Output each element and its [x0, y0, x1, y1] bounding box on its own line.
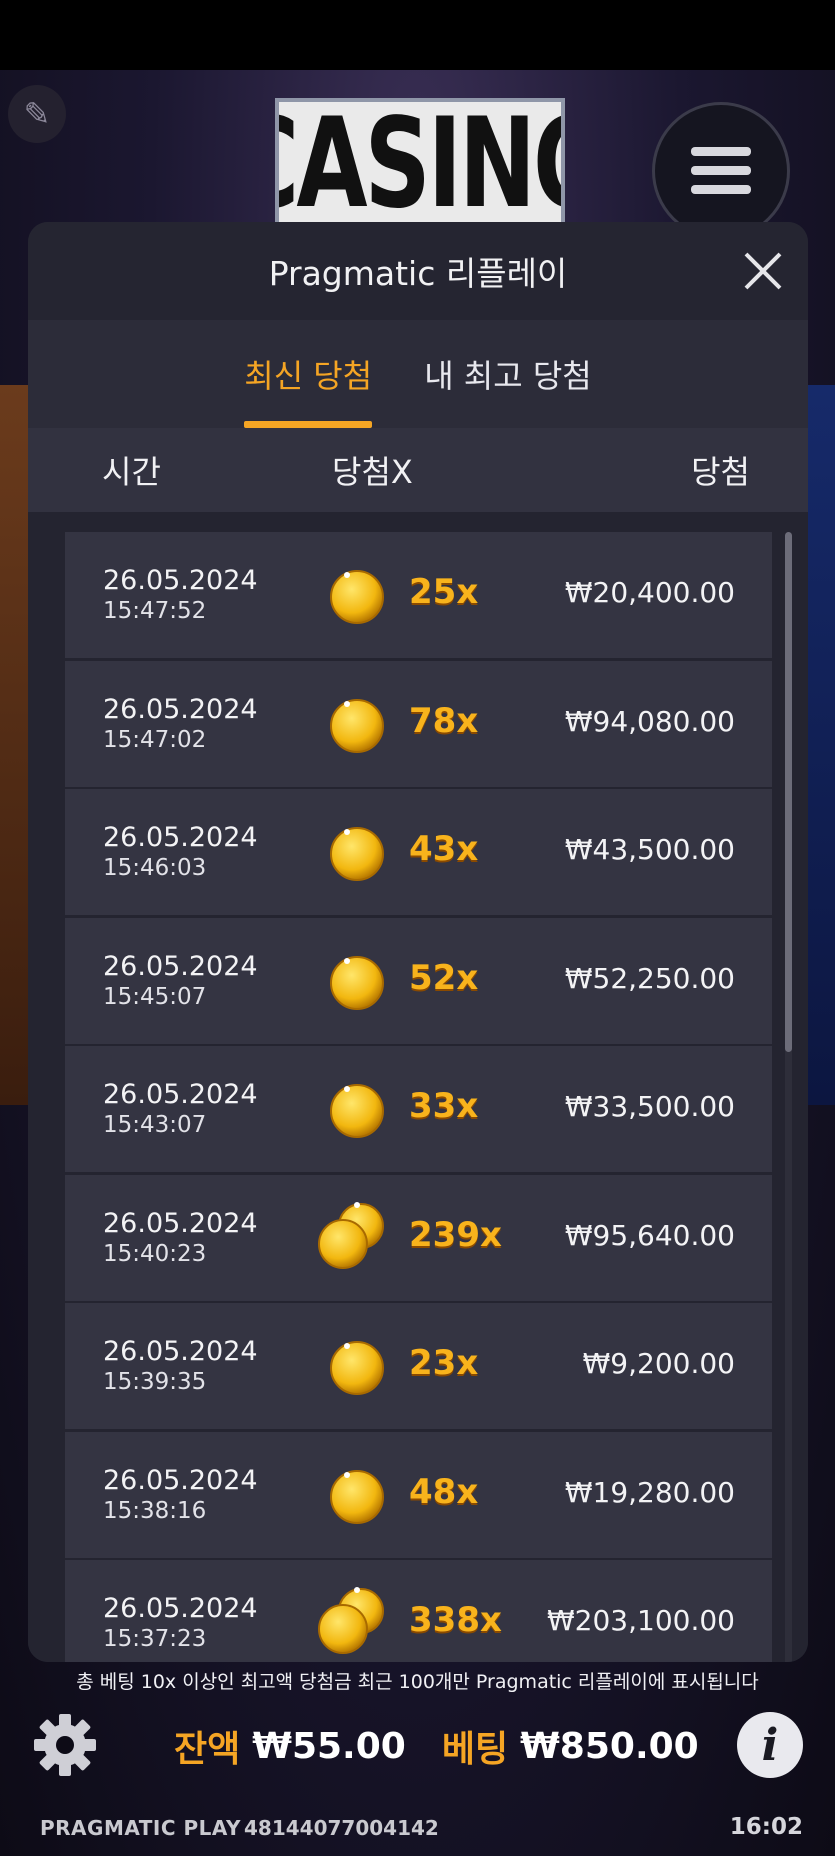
row-date: 26.05.2024: [103, 1207, 258, 1239]
row-date: 26.05.2024: [103, 822, 258, 853]
row-win-amount: ₩52,250.00: [564, 961, 735, 995]
row-win-amount: ₩94,080.00: [564, 704, 735, 738]
gold-coins-stack-icon: [318, 1587, 387, 1654]
row-win-amount: ₩95,640.00: [564, 1218, 735, 1252]
modal-title: Pragmatic 리플레이: [268, 254, 568, 293]
list-item[interactable]: 26.05.2024 15:39:35 23x ₩9,200.00: [65, 1303, 772, 1429]
balance-label: 잔액: [174, 1729, 241, 1770]
gear-icon[interactable]: [30, 1710, 100, 1780]
list-item[interactable]: 26.05.2024 15:46:03 43x ₩43,500.00: [65, 789, 772, 915]
bottom-bar: 잔액 ₩55.00 베팅 ₩850.00 i: [0, 1700, 835, 1800]
row-date: 26.05.2024: [103, 1336, 258, 1367]
gold-coin-icon: [327, 1079, 387, 1139]
gold-coin-icon: [327, 1336, 387, 1396]
column-time: 시간: [102, 453, 161, 491]
balance-value: ₩55.00: [252, 1725, 406, 1767]
row-time: 15:37:23: [103, 1626, 207, 1652]
session-id: 48144077004142: [244, 1816, 439, 1840]
row-time: 15:47:52: [103, 598, 207, 624]
menu-button[interactable]: [652, 102, 790, 240]
column-multiplier: 당첨X: [332, 453, 413, 491]
close-icon[interactable]: [740, 248, 786, 294]
clock: 16:02: [729, 1814, 803, 1840]
row-time: 15:45:07: [103, 983, 207, 1010]
tab-bar: 최신 당첨 내 최고 당첨: [28, 320, 808, 428]
bet-label: 베팅: [441, 1729, 509, 1770]
modal-header: Pragmatic 리플레이: [28, 222, 808, 320]
row-time: 15:40:23: [103, 1240, 207, 1267]
gold-coin-icon: [327, 822, 387, 882]
row-win-amount: ₩43,500.00: [564, 833, 735, 866]
row-time: 15:46:03: [103, 855, 207, 881]
row-win-amount: ₩20,400.00: [564, 576, 735, 609]
pencil-icon[interactable]: ✎: [8, 85, 66, 143]
row-time: 15:43:07: [103, 1112, 207, 1138]
hamburger-menu-icon: [691, 147, 751, 194]
scrollbar-thumb[interactable]: [785, 532, 792, 1052]
row-multiplier: 78x: [409, 700, 479, 741]
row-date: 26.05.2024: [103, 693, 258, 725]
gold-coin-icon: [327, 951, 387, 1011]
row-date: 26.05.2024: [103, 950, 258, 982]
tab-my-best-wins[interactable]: 내 최고 당첨: [424, 320, 592, 428]
balance-bet-display: 잔액 ₩55.00 베팅 ₩850.00: [174, 1720, 699, 1772]
logo-text: CASINO: [279, 98, 561, 228]
tab-latest-wins[interactable]: 최신 당첨: [244, 320, 372, 428]
gold-coin-icon: [327, 1465, 387, 1525]
row-multiplier: 239x: [409, 1214, 502, 1255]
replay-modal: Pragmatic 리플레이 최신 당첨 내 최고 당첨 시간 당첨X 당첨 2…: [28, 222, 808, 1662]
row-date: 26.05.2024: [103, 1593, 258, 1624]
row-date: 26.05.2024: [103, 565, 258, 596]
row-multiplier: 48x: [409, 1471, 479, 1512]
row-win-amount: ₩33,500.00: [564, 1090, 735, 1123]
list-item[interactable]: 26.05.2024 15:47:02 78x ₩94,080.00: [65, 660, 772, 787]
row-time: 15:39:35: [103, 1369, 207, 1395]
casino-logo: CASINO: [275, 98, 565, 228]
list-item[interactable]: 26.05.2024 15:38:16 48x ₩19,280.00: [65, 1431, 772, 1558]
column-header: 시간 당첨X 당첨: [28, 428, 808, 512]
list-item[interactable]: 26.05.2024 15:37:23 338x ₩203,100.00: [65, 1560, 772, 1662]
replay-footnote: 총 베팅 10x 이상인 최고액 당첨금 최근 100개만 Pragmatic …: [76, 1671, 759, 1693]
gold-coin-icon: [327, 694, 387, 754]
bet-value: ₩850.00: [520, 1725, 699, 1767]
row-win-amount: ₩9,200.00: [582, 1347, 735, 1380]
row-multiplier: 52x: [409, 957, 479, 998]
status-bar: PRAGMATIC PLAY 48144077004142 16:02: [0, 1800, 835, 1856]
gold-coin-icon: [327, 565, 387, 625]
row-multiplier: 43x: [409, 829, 479, 869]
list-item[interactable]: 26.05.2024 15:45:07 52x ₩52,250.00: [65, 917, 772, 1044]
row-multiplier: 25x: [409, 572, 479, 612]
row-time: 15:38:16: [103, 1497, 207, 1524]
column-win: 당첨: [691, 453, 750, 491]
gold-coins-stack-icon: [318, 1201, 387, 1269]
row-win-amount: ₩203,100.00: [546, 1604, 735, 1637]
row-multiplier: 338x: [409, 1600, 502, 1640]
row-date: 26.05.2024: [103, 1079, 258, 1110]
brand-name: PRAGMATIC PLAY: [40, 1816, 241, 1840]
list-item[interactable]: 26.05.2024 15:40:23 239x ₩95,640.00: [65, 1174, 772, 1301]
wins-list[interactable]: 26.05.2024 15:47:52 25x ₩20,400.00 26.05.202…: [28, 512, 808, 1662]
row-multiplier: 33x: [409, 1086, 479, 1126]
info-icon[interactable]: i: [737, 1712, 803, 1778]
list-item[interactable]: 26.05.2024 15:43:07 33x ₩33,500.00: [65, 1046, 772, 1172]
row-date: 26.05.2024: [103, 1464, 258, 1496]
row-time: 15:47:02: [103, 726, 207, 753]
list-item[interactable]: 26.05.2024 15:47:52 25x ₩20,400.00: [65, 532, 772, 658]
row-multiplier: 23x: [409, 1343, 479, 1383]
row-win-amount: ₩19,280.00: [564, 1475, 735, 1509]
